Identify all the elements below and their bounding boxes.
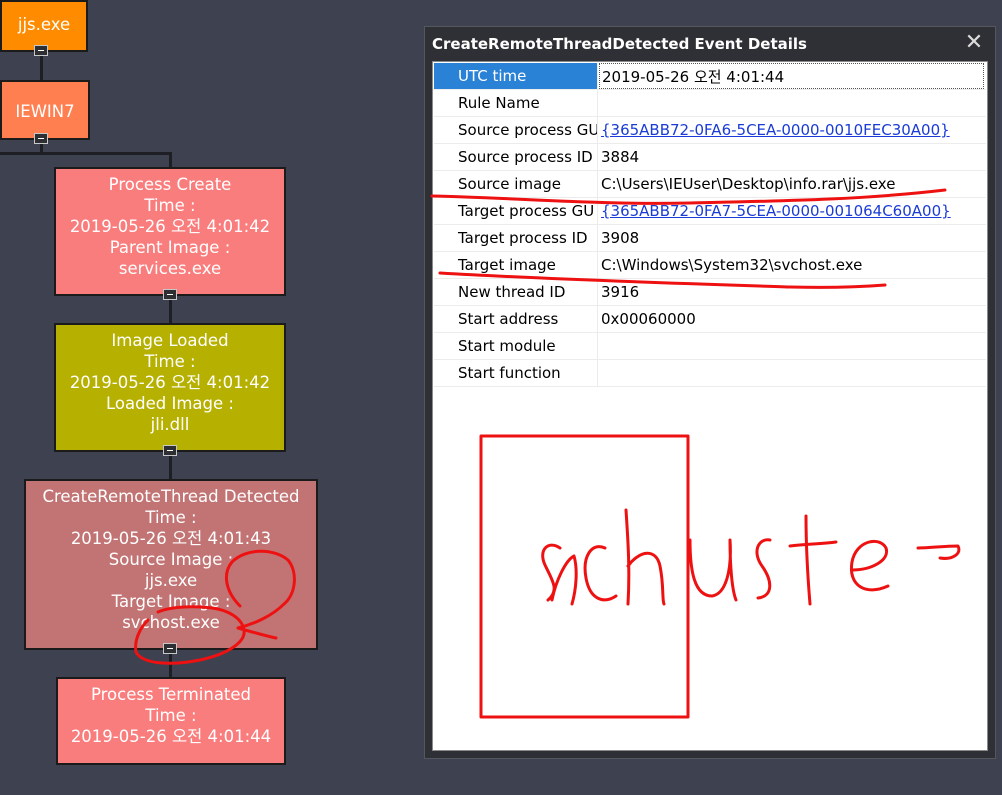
property-row-start-address[interactable]: Start address 0x00060000 xyxy=(434,306,986,333)
property-label: Target process GU xyxy=(434,198,598,224)
collapse-toggle-iewin7[interactable] xyxy=(34,133,48,144)
property-grid: UTC time 2019-05-26 오전 4:01:44 Rule Name… xyxy=(434,63,986,387)
node-iewin7[interactable]: IEWIN7 xyxy=(0,80,90,140)
property-value-link[interactable]: {365ABB72-0FA7-5CEA-0000-001064C60A00} xyxy=(599,198,984,224)
property-value[interactable] xyxy=(599,360,984,386)
node-crt-target-label: Target Image : xyxy=(111,592,231,611)
property-value[interactable]: 3908 xyxy=(599,225,984,251)
node-crt-source: jjs.exe xyxy=(144,571,198,590)
node-image-loaded-image-label: Loaded Image : xyxy=(106,394,234,413)
node-image-loaded-title: Image Loaded xyxy=(111,331,229,350)
property-row-new-thread-id[interactable]: New thread ID 3916 xyxy=(434,279,986,306)
property-label: Start module xyxy=(434,333,598,359)
property-value-link[interactable]: {365ABB72-0FA6-5CEA-0000-0010FEC30A00} xyxy=(599,117,984,143)
property-row-source-process-guid[interactable]: Source process GU {365ABB72-0FA6-5CEA-00… xyxy=(434,117,986,144)
property-value[interactable]: 3884 xyxy=(599,144,984,170)
property-label: New thread ID xyxy=(434,279,598,305)
node-image-loaded-image: jli.dll xyxy=(150,415,190,434)
node-process-create-parent-label: Parent Image : xyxy=(109,238,231,257)
dialog-title: CreateRemoteThreadDetected Event Details xyxy=(432,35,807,53)
dialog-body: UTC time 2019-05-26 오전 4:01:44 Rule Name… xyxy=(432,61,988,751)
property-label: Source process ID xyxy=(434,144,598,170)
property-row-utc-time[interactable]: UTC time 2019-05-26 오전 4:01:44 xyxy=(434,63,986,90)
node-process-create-title: Process Create xyxy=(108,175,232,194)
property-row-target-process-guid[interactable]: Target process GU {365ABB72-0FA7-5CEA-00… xyxy=(434,198,986,225)
property-row-target-image[interactable]: Target image C:\Windows\System32\svchost… xyxy=(434,252,986,279)
property-label: Source image xyxy=(434,171,598,197)
node-image-loaded[interactable]: Image Loaded Time : 2019-05-26 오전 4:01:4… xyxy=(54,323,286,452)
property-row-target-process-id[interactable]: Target process ID 3908 xyxy=(434,225,986,252)
node-crt-source-label: Source Image : xyxy=(108,550,234,569)
property-value[interactable] xyxy=(599,90,984,116)
property-label: Rule Name xyxy=(434,90,598,116)
property-value[interactable]: 3916 xyxy=(599,279,984,305)
property-label: Start address xyxy=(434,306,598,332)
node-image-loaded-time-label: Time : xyxy=(144,352,196,371)
node-process-terminated[interactable]: Process Terminated Time : 2019-05-26 오전 … xyxy=(56,677,286,765)
property-row-source-process-id[interactable]: Source process ID 3884 xyxy=(434,144,986,171)
property-label: UTC time xyxy=(434,63,598,89)
property-label: Source process GU xyxy=(434,117,598,143)
node-process-terminated-title: Process Terminated xyxy=(90,685,252,704)
node-crt-title: CreateRemoteThread Detected xyxy=(42,487,300,506)
property-label: Start function xyxy=(434,360,598,386)
node-create-remote-thread[interactable]: CreateRemoteThread Detected Time : 2019-… xyxy=(24,479,318,650)
property-row-start-function[interactable]: Start function xyxy=(434,360,986,387)
property-row-source-image[interactable]: Source image C:\Users\IEUser\Desktop\inf… xyxy=(434,171,986,198)
property-label: Target image xyxy=(434,252,598,278)
property-row-start-module[interactable]: Start module xyxy=(434,333,986,360)
node-iewin7-label: IEWIN7 xyxy=(15,102,75,121)
node-image-loaded-time: 2019-05-26 오전 4:01:42 xyxy=(69,373,271,392)
node-crt-time: 2019-05-26 오전 4:01:43 xyxy=(70,529,272,548)
property-row-rule-name[interactable]: Rule Name xyxy=(434,90,986,117)
collapse-toggle-create-remote-thread[interactable] xyxy=(163,643,177,654)
property-value[interactable]: 2019-05-26 오전 4:01:44 xyxy=(599,63,984,89)
node-process-terminated-time: 2019-05-26 오전 4:01:44 xyxy=(70,727,272,746)
property-value[interactable]: C:\Windows\System32\svchost.exe xyxy=(599,252,984,278)
property-label: Target process ID xyxy=(434,225,598,251)
collapse-toggle-process-create[interactable] xyxy=(163,289,177,300)
node-jjs-exe-label: jjs.exe xyxy=(17,15,71,34)
property-value[interactable]: 0x00060000 xyxy=(599,306,984,332)
node-process-create-time-label: Time : xyxy=(144,196,196,215)
node-process-terminated-time-label: Time : xyxy=(145,706,197,725)
collapse-toggle-jjs[interactable] xyxy=(34,45,48,56)
property-value[interactable]: C:\Users\IEUser\Desktop\info.rar\jjs.exe xyxy=(599,171,984,197)
node-process-create-parent: services.exe xyxy=(118,259,222,278)
node-process-create[interactable]: Process Create Time : 2019-05-26 오전 4:01… xyxy=(54,167,286,296)
node-crt-target: svchost.exe xyxy=(122,613,220,632)
event-details-dialog: CreateRemoteThreadDetected Event Details… xyxy=(424,26,996,759)
collapse-toggle-image-loaded[interactable] xyxy=(163,445,177,456)
close-icon[interactable]: ✕ xyxy=(963,31,985,55)
node-crt-time-label: Time : xyxy=(145,508,197,527)
property-value[interactable] xyxy=(599,333,984,359)
node-process-create-time: 2019-05-26 오전 4:01:42 xyxy=(69,217,271,236)
